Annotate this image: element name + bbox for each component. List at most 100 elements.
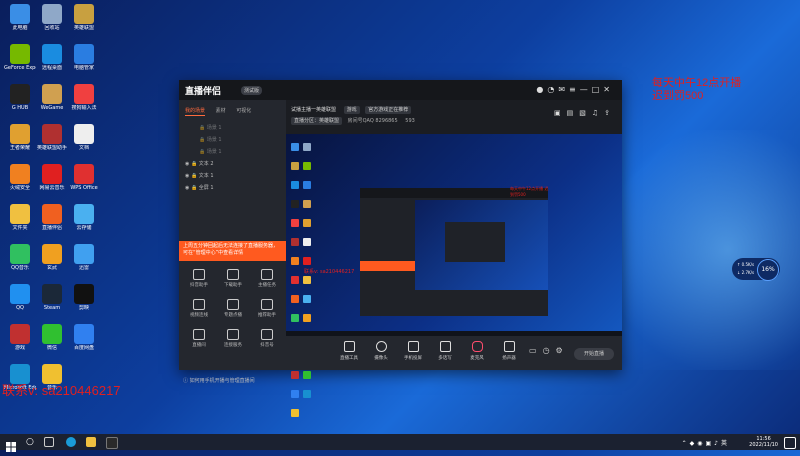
desktop-shortcut[interactable]: 百度网盘 [68,322,100,366]
speaker-button[interactable]: 扬声器 [496,341,522,361]
search-icon[interactable]: ○ [26,437,36,447]
eye-icon[interactable]: ◉ [185,161,189,167]
desktop-shortcut[interactable]: 微信 [36,322,68,366]
desktop-shortcut[interactable]: 回收站 [36,2,68,46]
scene-item[interactable]: ◉ 🔒 文本 1 [185,170,281,182]
tab-visual[interactable]: 可视化 [236,108,251,114]
version-badge[interactable]: 测试版 [241,86,263,95]
desktop-shortcut[interactable]: G HUB [4,82,36,126]
desktop-shortcut[interactable]: 英雄联盟助手 [36,122,68,166]
shortcut-icon [10,124,30,144]
task-view-icon[interactable] [44,437,54,447]
ghub-icon[interactable] [106,437,118,449]
eye-icon[interactable]: ◉ [185,185,189,191]
microphone-button[interactable]: 麦克风 [464,341,490,361]
preview-shortcut-icon [291,314,299,322]
bell-icon[interactable]: ♫ [592,109,604,117]
headset-icon[interactable]: ◔ [547,85,558,94]
multi-button[interactable]: 多话写 [432,341,458,361]
desktop-shortcut[interactable]: Steam [36,282,68,326]
live-tools-button[interactable]: 直播工具 [336,341,362,361]
clock-icon[interactable]: ◷ [543,346,556,355]
file-explorer-icon[interactable] [86,437,96,447]
tool-account[interactable]: 抖音号 [251,327,283,353]
shortcut-icon [10,324,30,344]
tool-room[interactable]: 直播间 [183,327,215,353]
notice-banner[interactable]: 上周五分钟回起后无法连接了直播服务器，可在“管理中心”中查看详情 [179,241,286,261]
category-chip[interactable]: 直播分区：英雄联盟 [291,117,343,125]
tool-tasks[interactable]: 主播任务 [251,267,283,293]
minimize-icon[interactable]: — [580,85,592,94]
close-icon[interactable]: ✕ [603,85,614,94]
extra-controls[interactable]: ▭◷⚙ [529,346,569,355]
desktop-shortcut[interactable]: 文件夹 [4,202,36,246]
layout-icon[interactable]: ▤ [567,109,580,117]
system-tray-icons[interactable]: ⌃◆◉▣♪英 [682,438,730,447]
gear-icon[interactable]: ⚙ [556,346,569,355]
desktop-shortcut[interactable]: WeGame [36,82,68,126]
desktop-shortcut[interactable]: QQ [4,282,36,326]
desktop-shortcut[interactable]: GeForce Experience [4,42,36,86]
notification-icon[interactable] [784,437,796,449]
scene-item[interactable]: ◉ 🔒 文本 2 [185,158,281,170]
shortcut-icon [42,44,62,64]
streaming-app-window[interactable]: 直播伴侣 测试版 ●◔✉≡—□✕ 我的场景 素材 可视化 🔒 场景 1 🔒 场景… [179,80,622,417]
camera-button[interactable]: 摄像头 [368,341,394,361]
scene-item[interactable]: 🔒 场景 1 [185,134,281,146]
room-number: 房间号QAQ 8296865 [347,118,398,124]
desktop-shortcut[interactable]: WPS Office [68,162,100,206]
desktop-shortcut[interactable]: 迅雷 [68,242,100,286]
tool-video[interactable]: 视频连线 [183,297,215,323]
desktop-shortcut[interactable]: 网易云音乐 [36,162,68,206]
shortcut-icon [10,44,30,64]
start-live-button[interactable]: 开始直播 [574,348,614,360]
desktop-shortcut[interactable]: 火绒安全 [4,162,36,206]
desktop-shortcut[interactable]: 玄武 [36,242,68,286]
window-controls[interactable]: ●◔✉≡—□✕ [536,85,614,94]
network-speed-widget[interactable]: ↑ 0.5K/s ↓ 2.7K/s 16% [732,258,780,281]
desktop-shortcut[interactable]: 此电脑 [4,2,36,46]
title-bar[interactable]: 直播伴侣 测试版 ●◔✉≡—□✕ [179,80,622,100]
avatar[interactable]: ● [536,85,547,94]
scene-item[interactable]: ◉ 🔒 全屏 1 [185,182,281,194]
desktop-shortcut[interactable]: 文档 [68,122,100,166]
desktop-shortcut[interactable]: 云存储 [68,202,100,246]
maximize-icon[interactable]: □ [592,85,604,94]
room-tag[interactable]: 游戏 [343,106,360,114]
tool-douyin-helper[interactable]: 抖音助手 [183,267,215,293]
panel-actions[interactable]: ▣▤▧♫⇪ [554,109,616,117]
edge-icon[interactable] [66,437,76,447]
tool-topic[interactable]: 专题点播 [217,297,249,323]
tab-materials[interactable]: 素材 [216,108,226,114]
desktop-shortcut[interactable]: 剪映 [68,282,100,326]
room-desc[interactable]: 官方游戏正在推荐 [365,106,412,114]
tool-recommend[interactable]: 推荐助手 [251,297,283,323]
scene-item[interactable]: 🔒 场景 1 [185,122,281,134]
live-preview[interactable]: 联系v: sa210446217 每天中午12点开播 迟到罚500 [286,134,622,417]
desktop-shortcut[interactable]: 游戏 [4,322,36,366]
clock[interactable]: 11:56 2022/11/10 [749,436,778,448]
desktop-shortcut[interactable]: QQ音乐 [4,242,36,286]
desktop-shortcut[interactable]: 电脑管家 [68,42,100,86]
windows-start-icon[interactable] [6,437,16,452]
share-icon[interactable]: ⇪ [604,109,616,117]
desktop-shortcut[interactable]: 王者荣耀 [4,122,36,166]
tool-download[interactable]: 下载助手 [217,267,249,293]
tool-connect[interactable]: 连接服务 [217,327,249,353]
phone-cast-button[interactable]: 手机投屏 [400,341,426,361]
gift-icon[interactable]: ▣ [554,109,567,117]
help-link[interactable]: ⓘ 如何用手机开播与管理直播间 [183,377,255,384]
menu-icon[interactable]: ≡ [569,85,580,94]
desktop-shortcut[interactable]: 搜狗输入法 [68,82,100,126]
room-title[interactable]: 试播主播一英雄联盟 [291,107,336,113]
shortcut-icon [42,244,62,264]
desktop-shortcut[interactable]: 英雄联盟 [68,2,100,46]
eye-icon[interactable]: ◉ [185,173,189,179]
tab-my-scenes[interactable]: 我的场景 [185,108,206,116]
image-icon[interactable]: ▧ [579,109,592,117]
scene-item[interactable]: 🔒 场景 1 [185,146,281,158]
desktop-shortcut[interactable]: 远程桌面 [36,42,68,86]
mail-icon[interactable]: ✉ [558,85,569,94]
desktop-shortcut[interactable]: 直播伴侣 [36,202,68,246]
record-icon[interactable]: ▭ [529,346,543,355]
